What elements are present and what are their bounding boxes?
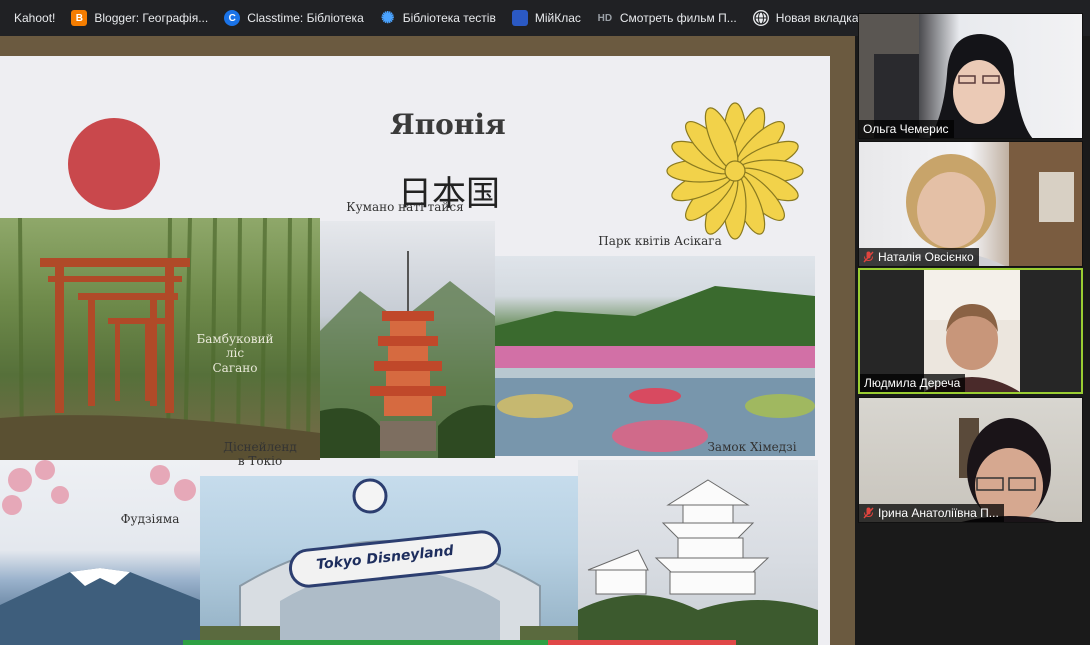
participant-name: Людмила Дереча (860, 374, 966, 392)
hd-icon: HD (597, 12, 613, 24)
imperial-seal-icon (666, 102, 804, 240)
photo-kumano-pagoda (320, 221, 495, 458)
bookmark-label: Смотреть фильм П... (619, 11, 737, 25)
shared-screen: Японія 日本国 Бамбуковий ліс Сагано Кумано … (0, 36, 855, 645)
classtime-icon: C (224, 10, 241, 26)
participant-name-label: Людмила Дереча (864, 376, 961, 390)
japan-poster: Японія 日本国 Бамбуковий ліс Сагано Кумано … (0, 56, 830, 645)
caption-kumano: Кумано наті тайся (346, 200, 464, 214)
globe-icon (752, 10, 769, 26)
photo-himeji-castle (578, 460, 818, 645)
bookmark-myclass[interactable]: МійКлас (504, 4, 589, 32)
bookmark-blogger[interactable]: B Blogger: Географія... (63, 4, 216, 32)
bookmark-label: Бібліотека тестів (402, 11, 496, 25)
japan-flag-sun (68, 118, 160, 210)
caption-ashikaga: Парк квітів Асікага (598, 234, 722, 248)
participant-video-active-speaker[interactable]: Людмила Дереча (858, 268, 1083, 394)
caption-fuji: Фудзіяма (120, 512, 180, 526)
participant-name-label: Ірина Анатоліївна П... (878, 506, 999, 520)
bookmark-label: Blogger: Географія... (94, 11, 209, 25)
bookmark-kahoot[interactable]: Kahoot! (6, 4, 63, 32)
mic-muted-icon (863, 251, 874, 263)
bookmark-new-tab[interactable]: Новая вкладка (745, 4, 867, 32)
mic-muted-icon (863, 507, 874, 519)
participant-name: Наталія Овсієнко (859, 248, 979, 266)
caption-bamboo: Бамбуковий ліс Сагано (196, 332, 274, 375)
participant-video[interactable]: Ірина Анатоліївна П... (858, 397, 1083, 523)
bookmark-label: Новая вкладка (775, 11, 859, 25)
bookmark-label: Kahoot! (14, 11, 56, 25)
caption-himeji: Замок Хімедзі (707, 440, 797, 454)
participant-name-label: Ольга Чемерис (863, 122, 949, 136)
participant-video[interactable]: Наталія Овсієнко (858, 141, 1083, 267)
blogger-icon: B (71, 10, 88, 26)
myclass-icon (511, 10, 528, 26)
bookmark-label: Classtime: Бібліотека (247, 11, 364, 25)
annotation-stroke-green (183, 640, 548, 645)
participant-name: Ольга Чемерис (859, 120, 954, 138)
participant-name: Ірина Анатоліївна П... (859, 504, 1004, 522)
photo-tokyo-disneyland: Tokyo Disneyland (200, 476, 580, 645)
participant-video[interactable]: Ольга Чемерис (858, 13, 1083, 139)
caption-disney: Діснейленд в Токіо (223, 440, 297, 469)
bookmark-label: МійКлас (534, 11, 581, 25)
photo-mount-fuji: Фудзіяма (0, 460, 200, 645)
photo-ashikaga-park (495, 256, 815, 456)
bookmark-test-library[interactable]: ✺ Бібліотека тестів (372, 4, 504, 32)
participant-name-label: Наталія Овсієнко (878, 250, 974, 264)
photo-bamboo-forest: Бамбуковий ліс Сагано (0, 218, 320, 460)
annotation-stroke-red (548, 640, 736, 645)
poster-title: Японія (390, 108, 506, 141)
bookmark-movie[interactable]: HD Смотреть фильм П... (589, 4, 745, 32)
bookmark-classtime[interactable]: C Classtime: Бібліотека (216, 4, 372, 32)
test-library-icon: ✺ (381, 10, 395, 27)
